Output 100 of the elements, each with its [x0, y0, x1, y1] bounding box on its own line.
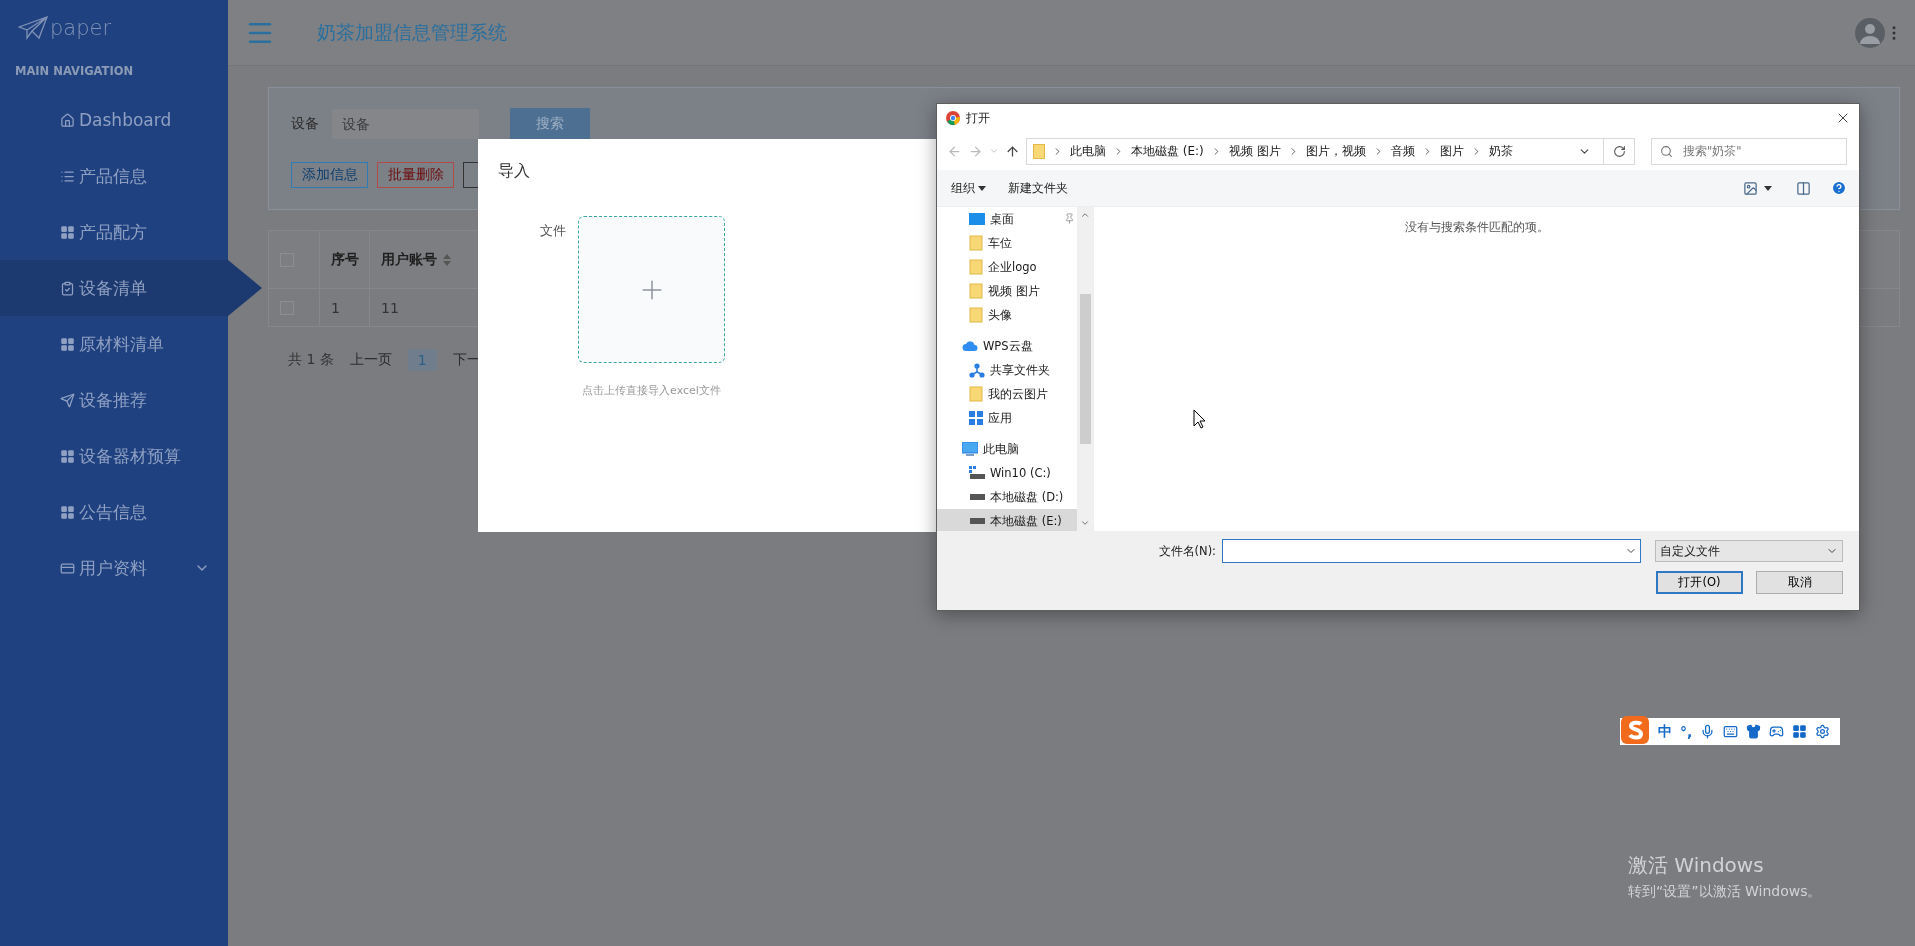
paper-plane-icon — [60, 392, 75, 408]
search-field[interactable]: 设备 — [332, 109, 479, 139]
avatar[interactable] — [1855, 17, 1885, 48]
dialog-button[interactable]: 取消 — [1756, 571, 1843, 594]
table-cell: 1 — [331, 299, 340, 316]
caret-icon[interactable] — [1764, 185, 1772, 191]
browser-icon — [946, 111, 960, 125]
organize-button[interactable]: 组织 — [951, 179, 986, 197]
up-icon[interactable] — [1005, 143, 1020, 159]
refresh-button[interactable] — [1603, 137, 1635, 165]
cursor-icon — [1193, 409, 1206, 429]
app-title: 奶茶加盟信息管理系统 — [317, 19, 507, 45]
field-label: 文件 — [540, 222, 566, 240]
forward-icon[interactable] — [968, 143, 983, 159]
apps-icon — [969, 411, 983, 425]
share-icon — [969, 362, 985, 378]
chevron-up-icon[interactable] — [1080, 210, 1090, 220]
folder-icon — [969, 307, 983, 323]
drive-icon — [969, 517, 985, 525]
tree-item[interactable]: 本地磁盘 (E:) — [937, 509, 1077, 531]
tree-item[interactable]: 本地磁盘 (D:) — [937, 485, 1077, 509]
sort-icon[interactable] — [443, 253, 451, 266]
preview-pane-icon[interactable] — [1796, 180, 1811, 196]
nav-item[interactable]: 用户资料 — [0, 540, 228, 596]
tree-item[interactable]: 我的云图片 — [937, 382, 1077, 406]
tree-item[interactable]: 应用 — [937, 406, 1077, 430]
ime-mode[interactable]: 中 — [1658, 722, 1672, 741]
filename-field[interactable] — [1222, 539, 1641, 563]
grid-icon — [60, 448, 75, 464]
tree-item[interactable]: Win10 (C:) — [937, 461, 1077, 485]
address-bar[interactable]: 此电脑 本地磁盘 (E:) 视频 图片 图片，视频 音频 图片 奶茶 — [1026, 137, 1604, 165]
shirt-icon[interactable] — [1746, 724, 1762, 739]
dialog-button[interactable]: 打开(O) — [1656, 571, 1743, 594]
computer-icon — [962, 442, 978, 456]
scrollbar-thumb[interactable] — [1079, 294, 1091, 444]
ime-mode[interactable]: °, — [1680, 723, 1693, 740]
chevron-down-icon[interactable] — [1080, 518, 1090, 528]
folder-icon — [969, 259, 983, 275]
breadcrumb-item[interactable]: 奶茶 — [1488, 142, 1513, 160]
dialog-title: 打开 — [966, 109, 990, 127]
column-header: 用户账号 — [381, 250, 437, 269]
breadcrumb-item[interactable]: 音频 — [1390, 142, 1415, 160]
home-icon — [60, 112, 75, 128]
grid-icon — [60, 224, 75, 240]
card-icon — [60, 560, 75, 576]
nav-item[interactable]: 设备推荐 — [0, 372, 228, 428]
field-label: 设备 — [291, 115, 319, 133]
grid-icon — [60, 504, 75, 520]
cloud-icon — [962, 340, 978, 352]
gamepad-icon[interactable] — [1769, 724, 1785, 739]
tree-item[interactable]: 此电脑 — [937, 437, 1077, 461]
nav-item[interactable]: 设备器材预算 — [0, 428, 228, 484]
nav-item[interactable]: 产品配方 — [0, 204, 228, 260]
keyboard-icon[interactable] — [1723, 724, 1739, 739]
grid-icon — [60, 336, 75, 352]
clipboard-icon — [60, 280, 75, 296]
microphone-icon[interactable] — [1700, 724, 1716, 739]
tree-item[interactable]: 视频 图片 — [937, 279, 1077, 303]
caret-icon — [978, 185, 986, 191]
nav-item[interactable]: 原材料清单 — [0, 316, 228, 372]
upload-hint: 点击上传直接导入excel文件 — [582, 383, 721, 398]
new-folder-button[interactable]: 新建文件夹 — [1008, 179, 1068, 197]
folder-icon — [969, 235, 983, 251]
refresh-icon — [1612, 144, 1626, 158]
breadcrumb-item[interactable]: 本地磁盘 (E:) — [1131, 142, 1204, 160]
section-title: MAIN NAVIGATION — [14, 63, 135, 80]
drive-icon — [969, 493, 985, 501]
search-icon — [1660, 144, 1673, 158]
activation-title: 激活 Windows — [1628, 852, 1765, 879]
empty-message: 没有与搜索条件匹配的项。 — [1404, 220, 1549, 236]
tree-item[interactable]: 头像 — [937, 303, 1077, 327]
nav-item[interactable]: Dashboard — [0, 92, 228, 148]
folder-icon — [1033, 143, 1045, 159]
tree-item[interactable]: 桌面 — [937, 207, 1077, 231]
breadcrumb-item[interactable]: 图片，视频 — [1305, 142, 1366, 160]
view-icon[interactable] — [1743, 180, 1758, 196]
settings-icon[interactable] — [1815, 724, 1831, 739]
breadcrumb-item[interactable]: 图片 — [1439, 142, 1464, 160]
total-count: 共 1 条 — [288, 351, 334, 369]
breadcrumb-item[interactable]: 此电脑 — [1070, 142, 1106, 160]
tree-item[interactable]: 企业logo — [937, 255, 1077, 279]
apps-icon[interactable] — [1792, 724, 1808, 739]
scrollbar[interactable] — [1077, 207, 1093, 531]
list-icon — [60, 168, 75, 184]
file-type-select[interactable]: 自定义文件 — [1655, 540, 1843, 562]
folder-icon — [969, 283, 983, 299]
search-field[interactable]: 搜索"奶茶" — [1651, 137, 1847, 165]
tree-item[interactable]: 车位 — [937, 231, 1077, 255]
nav-item[interactable]: 产品信息 — [0, 148, 228, 204]
paper-plane-logo-icon — [18, 16, 48, 40]
ime-logo[interactable] — [1620, 714, 1650, 745]
tree-item[interactable]: WPS云盘 — [937, 334, 1077, 358]
nav-item[interactable]: 公告信息 — [0, 484, 228, 540]
desktop-icon — [969, 212, 985, 226]
tree-item[interactable]: 共享文件夹 — [937, 358, 1077, 382]
back-icon[interactable] — [947, 143, 962, 159]
breadcrumb-item[interactable]: 视频 图片 — [1228, 142, 1281, 160]
field-label: 文件名(N): — [1158, 543, 1216, 559]
table-cell: 11 — [381, 299, 399, 316]
help-icon[interactable] — [1831, 180, 1847, 196]
